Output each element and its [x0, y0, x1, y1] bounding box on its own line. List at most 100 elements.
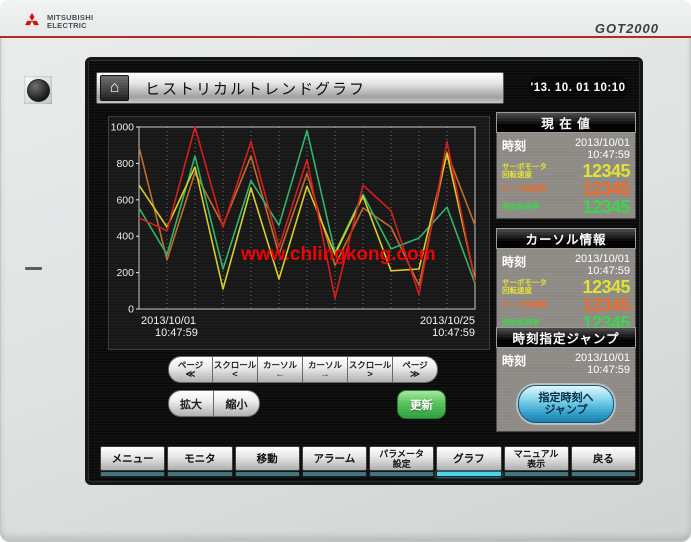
- trend-graph-svg: 020040060080010002013/10/0110:47:592013/…: [109, 117, 487, 347]
- home-icon: ⌂: [110, 80, 120, 96]
- jump-to-time-button[interactable]: 指定時刻へ ジャンプ: [518, 385, 614, 423]
- menu-indicator: [504, 472, 569, 477]
- cursor-info-body: 時刻 2013/10/01 10:47:59 サーボモータ 回転速度 12345…: [496, 249, 636, 335]
- bezel-accent-line: [0, 36, 691, 38]
- left-arrow-icon: ←: [275, 370, 285, 379]
- svg-text:2013/10/25: 2013/10/25: [420, 315, 475, 327]
- servo-speed-label: サーボモータ 回転速度: [502, 279, 547, 295]
- svg-text:0: 0: [128, 304, 134, 316]
- watermark-text: www.chlingkong.com: [241, 244, 436, 266]
- time-row: 時刻 2013/10/01 10:47:59: [502, 253, 630, 277]
- menu-indicator: [369, 472, 434, 477]
- menu-indicator: [167, 472, 232, 477]
- peak-load-value: 12345: [582, 296, 630, 314]
- scroll-forward-button[interactable]: スクロール >: [348, 356, 393, 383]
- value-row-servo-speed: サーボモータ 回転速度 12345: [502, 162, 630, 180]
- mitsubishi-logo: MITSUBISHI ELECTRIC: [22, 13, 93, 31]
- graph-nav-buttons: ページ ≪ スクロール < カーソル ← カーソル → スクロール > ページ …: [168, 356, 438, 383]
- scroll-back-button[interactable]: スクロール <: [213, 356, 258, 383]
- value-row-servo-speed: サーボモータ 回転速度 12345: [502, 278, 630, 296]
- menu-active-indicator: [436, 472, 501, 477]
- time-label: 時刻: [502, 352, 526, 376]
- timestamp: 2013/10/01 10:47:59: [575, 352, 630, 376]
- bezel-seam-mark: [25, 267, 42, 270]
- menu-indicator: [571, 472, 636, 477]
- clock-display: '13. 10. 01 10:10: [528, 76, 628, 99]
- svg-text:10:47:59: 10:47:59: [432, 327, 475, 339]
- menu-label: モニタ: [167, 446, 232, 471]
- touch-screen: ⌂ ヒストリカルトレンドグラフ '13. 10. 01 10:10 020040…: [88, 60, 640, 482]
- menu-label: マニュアル 表示: [504, 446, 569, 471]
- svg-text:10:47:59: 10:47:59: [155, 327, 198, 339]
- menu-item-monitor[interactable]: モニタ: [167, 446, 232, 477]
- page-forward-button[interactable]: ページ ≫: [393, 356, 438, 383]
- menu-label: 移動: [235, 446, 300, 471]
- svg-text:600: 600: [116, 194, 134, 206]
- time-label: 時刻: [502, 253, 526, 277]
- double-right-arrow-icon: ≫: [410, 370, 420, 379]
- servo-speed-label: サーボモータ 回転速度: [502, 163, 547, 179]
- zoom-in-button[interactable]: 拡大: [168, 390, 214, 417]
- device-bezel: MITSUBISHI ELECTRIC GOT2000 ⌂ ヒストリカルトレンド…: [0, 0, 691, 542]
- left-angle-icon: <: [232, 370, 238, 379]
- menu-item-alarm[interactable]: アラーム: [302, 446, 367, 477]
- menu-label: グラフ: [436, 446, 501, 471]
- menu-item-param-settings[interactable]: パラメータ 設定: [369, 446, 434, 477]
- right-arrow-icon: →: [320, 370, 330, 379]
- got2000-logo: GOT2000: [595, 21, 659, 36]
- double-left-arrow-icon: ≪: [186, 370, 196, 379]
- value-row-peak-load: ピーク負荷率 12345: [502, 296, 630, 314]
- menu-indicator: [100, 472, 165, 477]
- time-jump-panel: 時刻指定ジャンプ 時刻 2013/10/01 10:47:59 指定時刻へ ジャ…: [496, 327, 636, 432]
- round-button-cap: [27, 79, 50, 102]
- page-title: ヒストリカルトレンドグラフ: [145, 78, 366, 99]
- time-row: 時刻 2013/10/01 10:47:59: [502, 352, 630, 376]
- peak-load-label: ピーク負荷率: [502, 185, 547, 193]
- bottom-menu-bar: メニュー モニタ 移動 アラーム パラメータ 設定 グラフ: [100, 446, 636, 477]
- bezel-top-strip: [0, 0, 691, 36]
- servo-speed-value: 12345: [582, 278, 630, 296]
- menu-item-menu[interactable]: メニュー: [100, 446, 165, 477]
- timestamp: 2013/10/01 10:47:59: [575, 253, 630, 277]
- menu-label: 戻る: [571, 446, 636, 471]
- time-jump-header: 時刻指定ジャンプ: [496, 327, 636, 348]
- menu-label: メニュー: [100, 446, 165, 471]
- svg-text:800: 800: [116, 158, 134, 170]
- brand-text: MITSUBISHI ELECTRIC: [47, 14, 93, 30]
- menu-label: パラメータ 設定: [369, 446, 434, 471]
- title-bar: ⌂ ヒストリカルトレンドグラフ: [96, 72, 504, 104]
- cursor-right-button[interactable]: カーソル →: [303, 356, 348, 383]
- timestamp: 2013/10/01 10:47:59: [575, 137, 630, 161]
- zoom-buttons: 拡大 縮小: [168, 390, 260, 417]
- menu-item-manual-display[interactable]: マニュアル 表示: [504, 446, 569, 477]
- bezel-round-button[interactable]: [24, 76, 52, 104]
- trend-chart: 020040060080010002013/10/0110:47:592013/…: [108, 116, 490, 350]
- value-row-effective-load: 実効負荷率 12345: [502, 198, 630, 216]
- time-row: 時刻 2013/10/01 10:47:59: [502, 137, 630, 161]
- three-diamond-icon: [22, 13, 42, 31]
- right-angle-icon: >: [367, 370, 373, 379]
- zoom-out-button[interactable]: 縮小: [214, 390, 260, 417]
- menu-item-graph[interactable]: グラフ: [436, 446, 501, 477]
- svg-text:400: 400: [116, 231, 134, 243]
- effective-load-label: 実効負荷率: [502, 203, 540, 211]
- cursor-left-button[interactable]: カーソル ←: [258, 356, 303, 383]
- peak-load-label: ピーク負荷率: [502, 301, 547, 309]
- current-value-header: 現 在 値: [496, 112, 636, 133]
- value-row-peak-load: ピーク負荷率 12345: [502, 180, 630, 198]
- current-value-body: 時刻 2013/10/01 10:47:59 サーボモータ 回転速度 12345…: [496, 133, 636, 219]
- cursor-info-header: カーソル情報: [496, 228, 636, 249]
- menu-label: アラーム: [302, 446, 367, 471]
- menu-indicator: [302, 472, 367, 477]
- time-label: 時刻: [502, 137, 526, 161]
- refresh-button[interactable]: 更新: [397, 390, 446, 419]
- home-button[interactable]: ⌂: [100, 75, 129, 101]
- cursor-info-panel: カーソル情報 時刻 2013/10/01 10:47:59 サーボモータ 回転速…: [496, 228, 636, 335]
- effective-load-value: 12345: [582, 198, 630, 216]
- menu-item-move[interactable]: 移動: [235, 446, 300, 477]
- peak-load-value: 12345: [582, 180, 630, 198]
- menu-item-back[interactable]: 戻る: [571, 446, 636, 477]
- page-back-button[interactable]: ページ ≪: [168, 356, 213, 383]
- time-jump-body: 時刻 2013/10/01 10:47:59 指定時刻へ ジャンプ: [496, 348, 636, 432]
- svg-text:2013/10/01: 2013/10/01: [141, 315, 196, 327]
